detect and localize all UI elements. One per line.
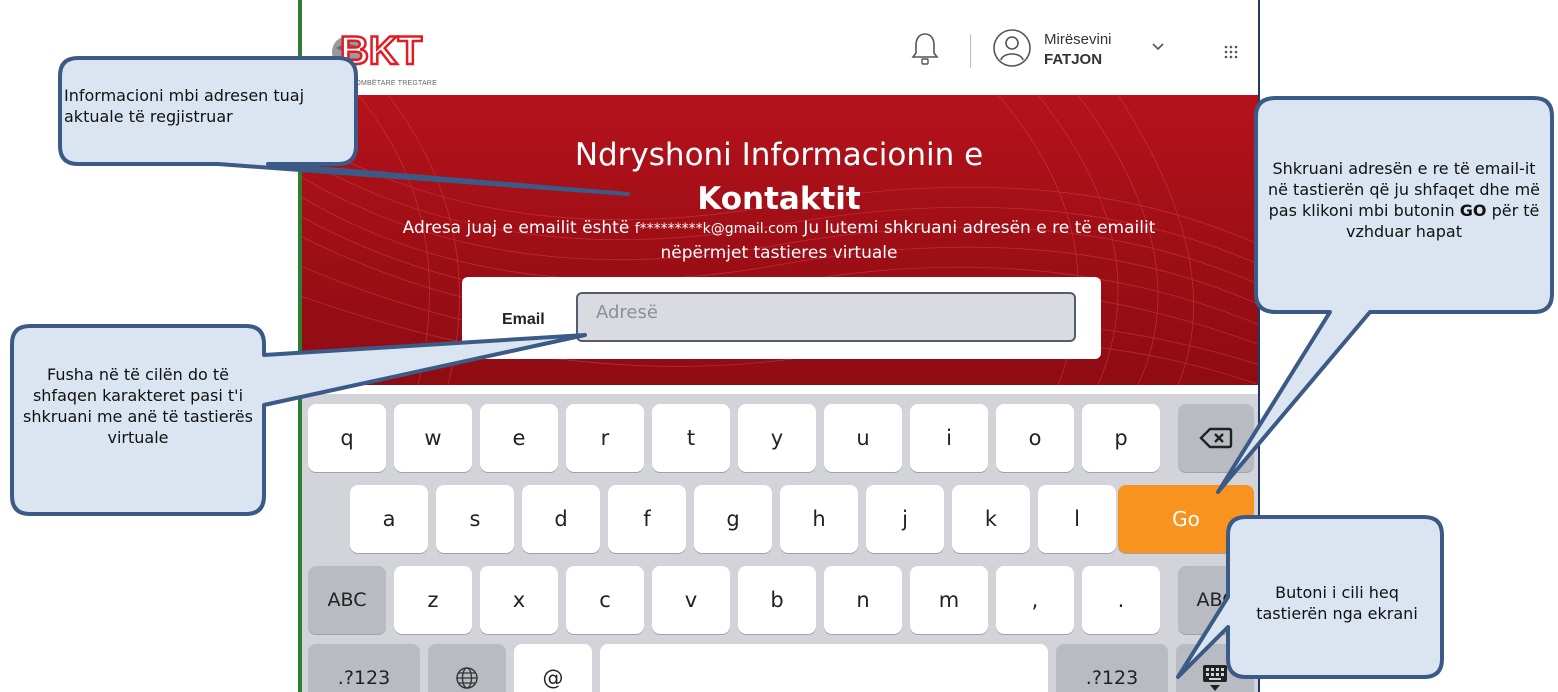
callout-field-text: Fusha në të cilën do të shfaqen karakter… (23, 365, 253, 447)
callout-go-bold: GO (1459, 201, 1487, 220)
callout-go-text: Shkruani adresën e re të email-it në tas… (1262, 158, 1546, 242)
callout-current-address-text: Informacioni mbi adresen tuaj aktuale të… (64, 86, 305, 126)
callout-hide-text: Butoni i cili heq tastierën nga ekrani (1256, 583, 1418, 623)
